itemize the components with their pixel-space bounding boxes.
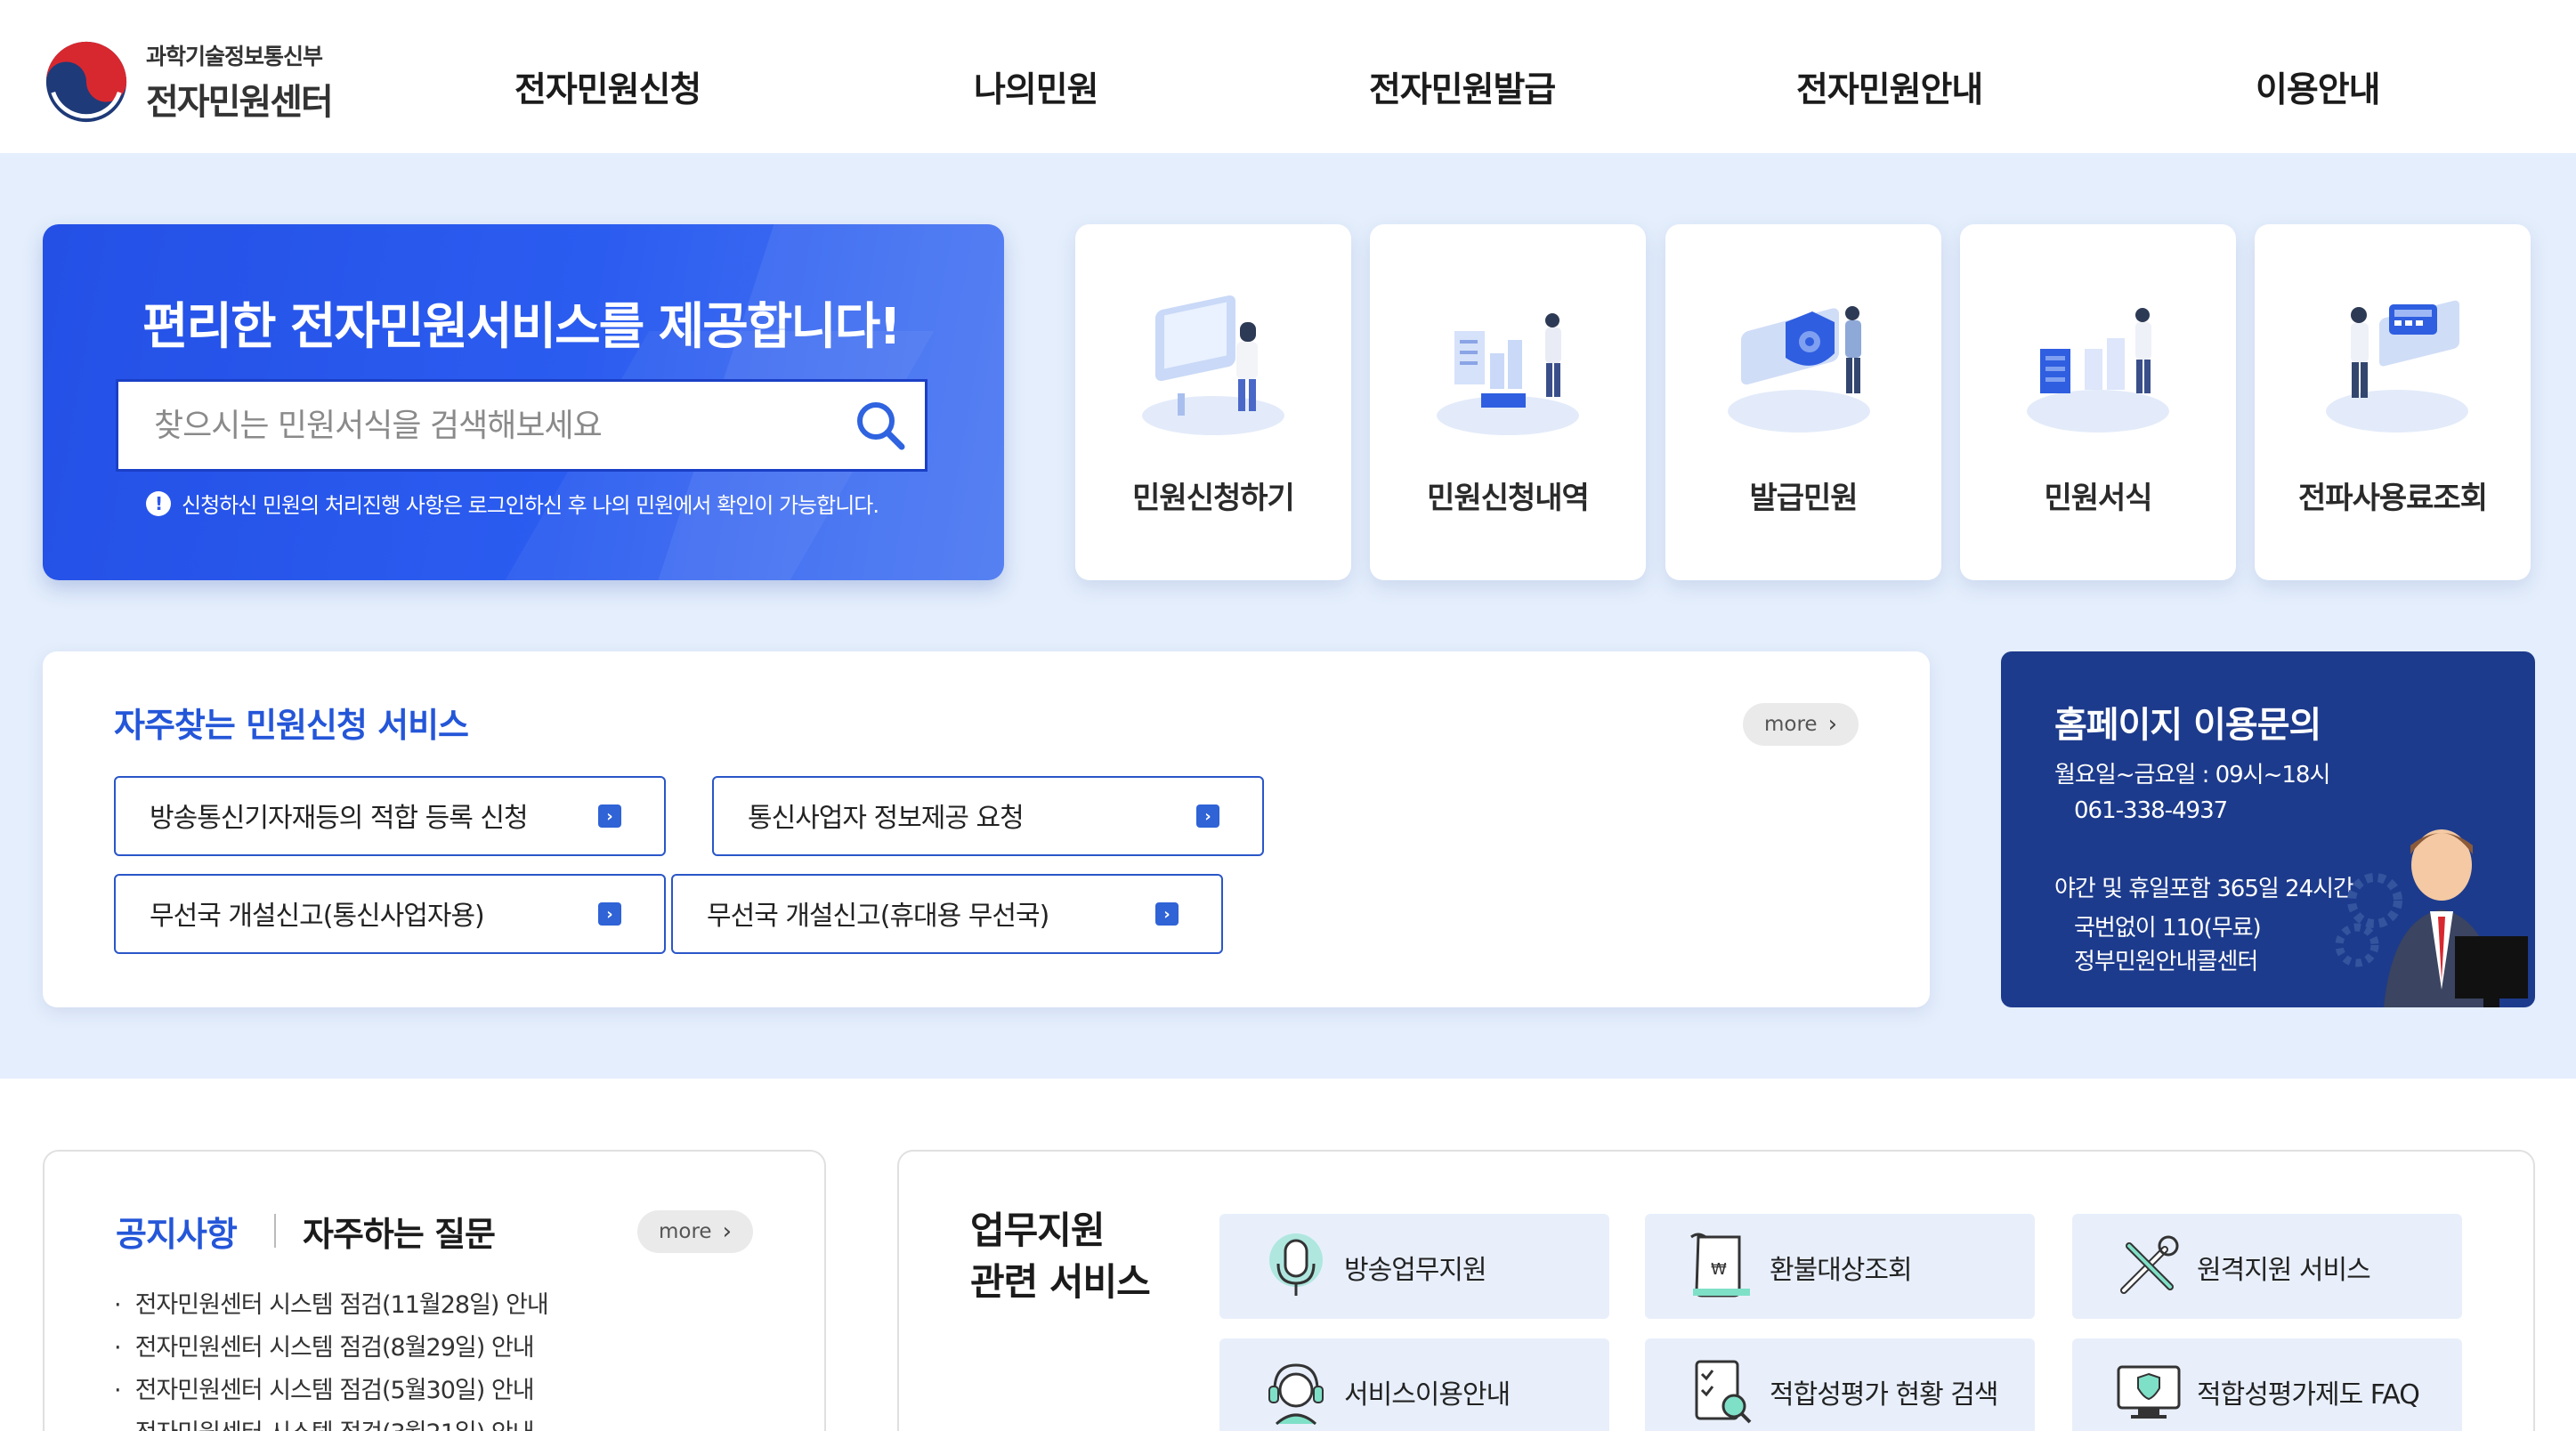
quick-card-apply[interactable]: 민원신청하기 xyxy=(1075,224,1351,580)
search-box xyxy=(116,379,928,472)
contact-free-call: 국번없이 110(무료) xyxy=(2074,915,2262,942)
notice-item[interactable]: 전자민원센터 시스템 점검(8월29일) 안내 xyxy=(114,1328,535,1362)
svg-text:₩: ₩ xyxy=(1711,1260,1727,1279)
tools-icon xyxy=(2120,1235,2179,1294)
nav-apply[interactable]: 전자민원신청 xyxy=(514,62,701,112)
business-tile-label: 서비스이용안내 xyxy=(1344,1379,1511,1411)
frequent-service-label: 무선국 개설신고(휴대용 무선국) xyxy=(707,901,1049,932)
business-tile-remote[interactable]: 원격지원 서비스 xyxy=(2072,1214,2462,1319)
search-icon xyxy=(857,402,905,450)
quick-card-issuance[interactable]: 발급민원 xyxy=(1665,224,1941,580)
contact-phone: 061-338-4937 xyxy=(2074,797,2228,824)
business-tile-service-guide[interactable]: 서비스이용안내 xyxy=(1219,1338,1609,1431)
hero-title: 편리한 전자민원서비스를 제공합니다! xyxy=(142,298,902,356)
frequent-services-panel: 자주찾는 민원신청 서비스 more › 방송통신기자재등의 적합 등록 신청 ›… xyxy=(43,651,1930,1007)
chevron-right-icon: › xyxy=(722,1218,732,1245)
nav-my-petitions[interactable]: 나의민원 xyxy=(974,62,1099,112)
business-title-line1: 업무지원 xyxy=(970,1209,1106,1252)
nav-issuance[interactable]: 전자민원발급 xyxy=(1369,62,1556,112)
issuance-illustration-icon xyxy=(1728,306,1870,433)
quick-card-forms[interactable]: 민원서식 xyxy=(1960,224,2236,580)
notice-more-button[interactable]: more › xyxy=(637,1210,753,1253)
more-label: more xyxy=(659,1220,712,1243)
refund-document-icon: ₩ xyxy=(1690,1233,1750,1298)
fee-lookup-illustration-icon xyxy=(2326,300,2468,433)
frequent-service-item[interactable]: 통신사업자 정보제공 요청 › xyxy=(712,776,1264,856)
business-support-panel: 업무지원 관련 서비스 방송업무지원 ₩ 환불대상조회 원격지원 서비스 서비스… xyxy=(897,1150,2535,1431)
business-tile-label: 방송업무지원 xyxy=(1344,1255,1487,1286)
application-illustration-icon xyxy=(1142,295,1284,435)
microphone-icon xyxy=(1269,1233,1323,1296)
quick-card-label: 전파사용료조회 xyxy=(2298,481,2488,516)
hero-notice: ! 신청하신 민원의 처리진행 사항은 로그인하신 후 나의 민원에서 확인이 … xyxy=(146,488,879,519)
tab-divider xyxy=(274,1214,276,1248)
monitor-shield-icon xyxy=(2117,1365,2181,1419)
headset-icon xyxy=(1268,1363,1324,1426)
nav-guide[interactable]: 전자민원안내 xyxy=(1796,62,1983,112)
quick-card-label: 민원신청하기 xyxy=(1132,481,1295,516)
quick-card-label: 민원신청내역 xyxy=(1427,481,1590,516)
tab-notice[interactable]: 공지사항 xyxy=(116,1207,238,1256)
logo-center-text: 전자민원센터 xyxy=(146,82,334,123)
frequent-more-button[interactable]: more › xyxy=(1743,703,1859,746)
more-label: more xyxy=(1764,713,1818,736)
call-agent-illustration-icon xyxy=(2335,829,2528,1007)
logo-ministry-text: 과학기술정보통신부 xyxy=(146,44,323,69)
contact-panel: 홈페이지 이용문의 월요일~금요일 : 09시~18시 061-338-4937… xyxy=(2001,651,2535,1007)
nav-usage[interactable]: 이용안내 xyxy=(2256,62,2381,112)
search-input[interactable] xyxy=(118,382,836,469)
site-logo[interactable]: 과학기술정보통신부 전자민원센터 xyxy=(43,39,363,125)
business-tile-label: 적합성평가제도 FAQ xyxy=(2197,1379,2420,1411)
history-illustration-icon xyxy=(1437,313,1579,435)
contact-night: 야간 및 휴일포함 365일 24시간 xyxy=(2054,876,2354,902)
contact-title: 홈페이지 이용문의 xyxy=(2054,705,2321,746)
frequent-service-label: 통신사업자 정보제공 요청 xyxy=(748,803,1025,834)
contact-hours: 월요일~금요일 : 09시~18시 xyxy=(2054,762,2330,788)
business-tile-broadcast[interactable]: 방송업무지원 xyxy=(1219,1214,1609,1319)
arrow-right-icon: › xyxy=(1196,804,1219,828)
checklist-search-icon xyxy=(1695,1360,1752,1424)
hero-notice-text: 신청하신 민원의 처리진행 사항은 로그인하신 후 나의 민원에서 확인이 가능… xyxy=(182,493,879,518)
notice-item[interactable]: 전자민원센터 시스템 점검(11월28일) 안내 xyxy=(114,1285,549,1320)
notice-panel: 공지사항 자주하는 질문 more › 전자민원센터 시스템 점검(11월28일)… xyxy=(43,1150,826,1431)
forms-illustration-icon xyxy=(2027,308,2169,433)
notice-item[interactable]: 전자민원센터 시스템 점검(3월21일) 안내 xyxy=(114,1413,535,1431)
business-tile-refund[interactable]: ₩ 환불대상조회 xyxy=(1645,1214,2035,1319)
frequent-service-label: 방송통신기자재등의 적합 등록 신청 xyxy=(150,803,529,834)
hero-search-panel: 편리한 전자민원서비스를 제공합니다! ! 신청하신 민원의 처리진행 사항은 … xyxy=(43,224,1004,580)
frequent-service-item[interactable]: 무선국 개설신고(통신사업자용) › xyxy=(114,874,666,954)
arrow-right-icon: › xyxy=(598,902,621,926)
notice-item[interactable]: 전자민원센터 시스템 점검(5월30일) 안내 xyxy=(114,1370,535,1405)
arrow-right-icon: › xyxy=(1155,902,1179,926)
business-tile-label: 환불대상조회 xyxy=(1770,1255,1913,1286)
site-header: 과학기술정보통신부 전자민원센터 전자민원신청 나의민원 전자민원발급 전자민원… xyxy=(0,0,2576,153)
business-support-title: 업무지원 관련 서비스 xyxy=(970,1205,1151,1308)
quick-card-label: 발급민원 xyxy=(1749,481,1858,516)
chevron-right-icon: › xyxy=(1827,711,1837,738)
tab-faq[interactable]: 자주하는 질문 xyxy=(303,1207,496,1256)
business-tile-label: 적합성평가 현황 검색 xyxy=(1770,1379,1998,1411)
search-button[interactable] xyxy=(836,382,925,469)
info-icon: ! xyxy=(146,490,171,516)
quick-card-fee[interactable]: 전파사용료조회 xyxy=(2255,224,2531,580)
quick-card-history[interactable]: 민원신청내역 xyxy=(1370,224,1646,580)
business-tile-conformity-faq[interactable]: 적합성평가제도 FAQ xyxy=(2072,1338,2462,1431)
business-tile-conformity-search[interactable]: 적합성평가 현황 검색 xyxy=(1645,1338,2035,1431)
arrow-right-icon: › xyxy=(598,804,621,828)
frequent-services-title: 자주찾는 민원신청 서비스 xyxy=(114,706,469,745)
taegeuk-logo-icon xyxy=(45,41,127,123)
frequent-service-label: 무선국 개설신고(통신사업자용) xyxy=(150,901,485,932)
frequent-service-item[interactable]: 방송통신기자재등의 적합 등록 신청 › xyxy=(114,776,666,856)
quick-card-label: 민원서식 xyxy=(2044,481,2152,516)
business-title-line2: 관련 서비스 xyxy=(970,1260,1151,1304)
business-tile-label: 원격지원 서비스 xyxy=(2197,1255,2371,1286)
frequent-service-item[interactable]: 무선국 개설신고(휴대용 무선국) › xyxy=(671,874,1223,954)
contact-call-center: 정부민원안내콜센터 xyxy=(2074,949,2258,975)
